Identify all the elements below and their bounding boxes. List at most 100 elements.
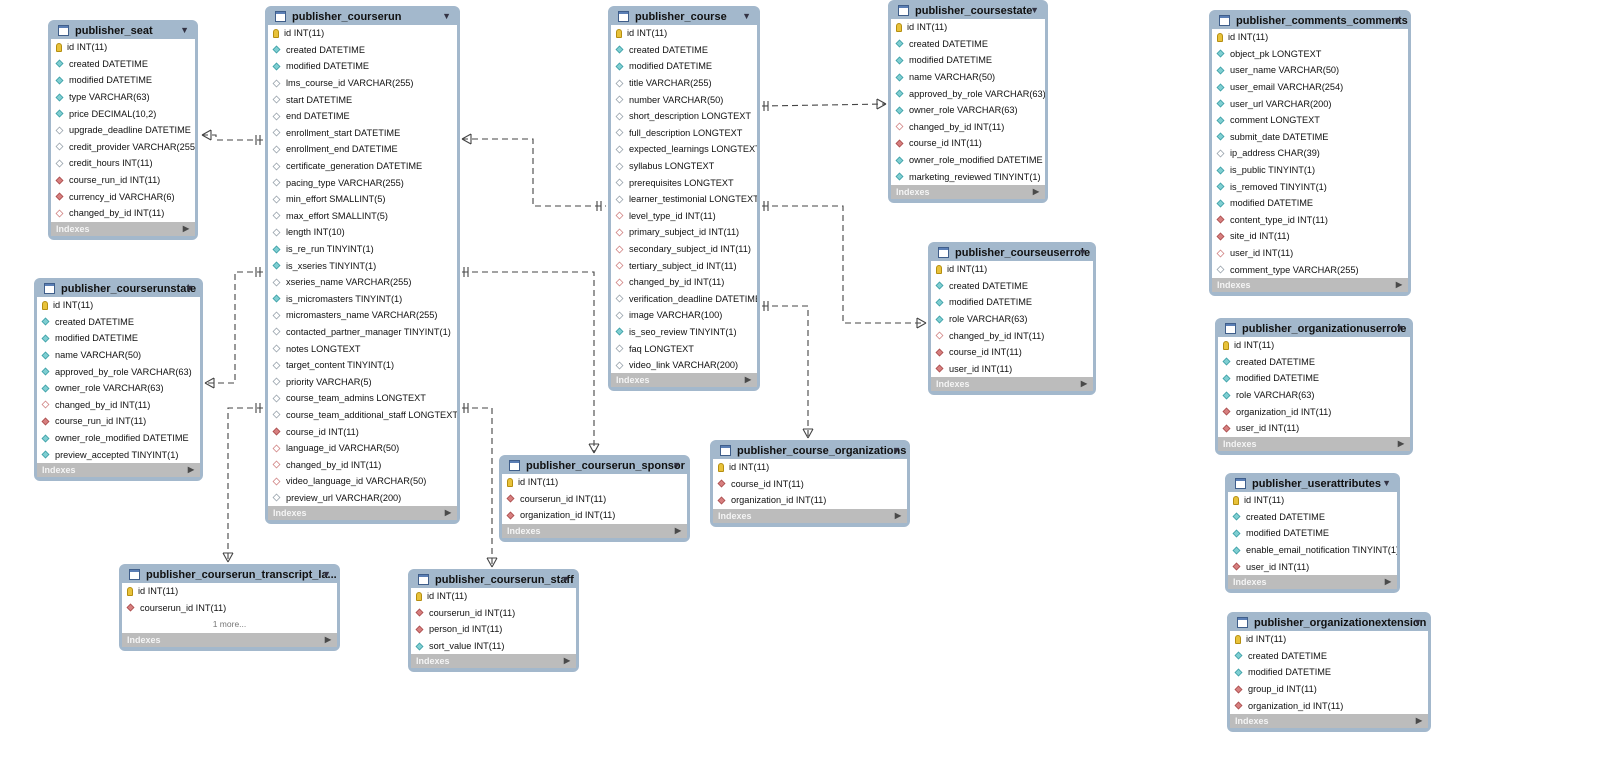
column-row[interactable]: video_language_id VARCHAR(50) bbox=[268, 473, 457, 490]
column-row[interactable]: type VARCHAR(63) bbox=[51, 89, 195, 106]
column-row[interactable]: changed_by_id INT(11) bbox=[891, 119, 1045, 136]
column-row[interactable]: max_effort SMALLINT(5) bbox=[268, 208, 457, 225]
column-row[interactable]: priority VARCHAR(5) bbox=[268, 373, 457, 390]
column-row[interactable]: currency_id VARCHAR(6) bbox=[51, 188, 195, 205]
column-row[interactable]: content_type_id INT(11) bbox=[1212, 212, 1408, 229]
column-row[interactable]: id INT(11) bbox=[1230, 631, 1428, 648]
column-row[interactable]: id INT(11) bbox=[713, 459, 907, 476]
column-row[interactable]: primary_subject_id INT(11) bbox=[611, 224, 757, 241]
column-row[interactable]: secondary_subject_id INT(11) bbox=[611, 241, 757, 258]
column-row[interactable]: id INT(11) bbox=[1212, 29, 1408, 46]
column-row[interactable]: created DATETIME bbox=[891, 36, 1045, 53]
indexes-section[interactable]: Indexes ▶ bbox=[502, 523, 687, 538]
column-row[interactable]: user_url VARCHAR(200) bbox=[1212, 95, 1408, 112]
column-row[interactable]: is_xseries TINYINT(1) bbox=[268, 257, 457, 274]
column-row[interactable]: id INT(11) bbox=[611, 25, 757, 42]
collapse-arrow-icon[interactable]: ▼ bbox=[322, 569, 331, 579]
indexes-section[interactable]: Indexes ▶ bbox=[1212, 277, 1408, 292]
column-row[interactable]: prerequisites LONGTEXT bbox=[611, 174, 757, 191]
column-row[interactable]: created DATETIME bbox=[51, 56, 195, 73]
column-row[interactable]: credit_provider VARCHAR(255) bbox=[51, 139, 195, 156]
table-seat[interactable]: publisher_seat ▼ id INT(11) created DATETIM… bbox=[48, 20, 198, 240]
column-row[interactable]: modified DATETIME bbox=[611, 58, 757, 75]
column-row[interactable]: is_removed TINYINT(1) bbox=[1212, 178, 1408, 195]
column-row[interactable]: name VARCHAR(50) bbox=[891, 69, 1045, 86]
column-row[interactable]: created DATETIME bbox=[1230, 648, 1428, 665]
column-row[interactable]: changed_by_id INT(11) bbox=[268, 456, 457, 473]
table-header[interactable]: publisher_courserun_sponsor ▼ bbox=[502, 457, 687, 474]
column-row[interactable]: owner_role VARCHAR(63) bbox=[891, 102, 1045, 119]
expand-arrow-icon[interactable]: ▶ bbox=[1081, 379, 1087, 388]
collapse-arrow-icon[interactable]: ▼ bbox=[1078, 247, 1087, 257]
column-row[interactable]: courserun_id INT(11) bbox=[411, 605, 576, 622]
column-row[interactable]: created DATETIME bbox=[268, 42, 457, 59]
column-row[interactable]: contacted_partner_manager TINYINT(1) bbox=[268, 324, 457, 341]
indexes-section[interactable]: Indexes ▶ bbox=[122, 632, 337, 647]
table-userattr[interactable]: publisher_userattributes ▼ id INT(11) creat… bbox=[1225, 473, 1400, 593]
column-row[interactable]: organization_id INT(11) bbox=[502, 507, 687, 524]
column-row[interactable]: modified DATETIME bbox=[1212, 195, 1408, 212]
column-row[interactable]: id INT(11) bbox=[931, 261, 1093, 278]
column-row[interactable]: person_id INT(11) bbox=[411, 621, 576, 638]
column-row[interactable]: changed_by_id INT(11) bbox=[931, 327, 1093, 344]
column-row[interactable]: modified DATETIME bbox=[1230, 664, 1428, 681]
column-row[interactable]: created DATETIME bbox=[931, 278, 1093, 295]
indexes-section[interactable]: Indexes ▶ bbox=[268, 506, 457, 521]
column-row[interactable]: owner_role_modified DATETIME bbox=[891, 152, 1045, 169]
table-header[interactable]: publisher_courserun ▼ bbox=[268, 8, 457, 25]
column-row[interactable]: title VARCHAR(255) bbox=[611, 75, 757, 92]
table-orgext[interactable]: publisher_organizationextension ▼ id INT(1… bbox=[1227, 612, 1431, 732]
column-row[interactable]: approved_by_role VARCHAR(63) bbox=[37, 363, 200, 380]
column-row[interactable]: modified DATETIME bbox=[931, 294, 1093, 311]
column-row[interactable]: changed_by_id INT(11) bbox=[51, 205, 195, 222]
column-row[interactable]: organization_id INT(11) bbox=[713, 492, 907, 509]
indexes-section[interactable]: Indexes ▶ bbox=[37, 462, 200, 477]
table-header[interactable]: publisher_coursestate ▼ bbox=[891, 2, 1045, 19]
column-row[interactable]: created DATETIME bbox=[1218, 354, 1410, 371]
table-header[interactable]: publisher_course ▼ bbox=[611, 8, 757, 25]
column-row[interactable]: end DATETIME bbox=[268, 108, 457, 125]
collapse-arrow-icon[interactable]: ▼ bbox=[442, 11, 451, 21]
column-row[interactable]: id INT(11) bbox=[891, 19, 1045, 36]
column-row[interactable]: length INT(10) bbox=[268, 224, 457, 241]
column-row[interactable]: tertiary_subject_id INT(11) bbox=[611, 257, 757, 274]
column-row[interactable]: faq LONGTEXT bbox=[611, 340, 757, 357]
column-row[interactable]: created DATETIME bbox=[1228, 509, 1397, 526]
column-row[interactable]: video_link VARCHAR(200) bbox=[611, 357, 757, 374]
column-row[interactable]: sort_value INT(11) bbox=[411, 638, 576, 655]
column-row[interactable]: target_content TINYINT(1) bbox=[268, 357, 457, 374]
column-row[interactable]: name VARCHAR(50) bbox=[37, 347, 200, 364]
table-header[interactable]: publisher_courserun_staff ▼ bbox=[411, 571, 576, 588]
collapse-arrow-icon[interactable]: ▼ bbox=[561, 574, 570, 584]
collapse-arrow-icon[interactable]: ▼ bbox=[742, 11, 751, 21]
table-courserunstate[interactable]: publisher_courserunstate ▼ id INT(11) creat… bbox=[34, 278, 203, 481]
table-header[interactable]: publisher_courseuserrole ▼ bbox=[931, 244, 1093, 261]
column-row[interactable]: id INT(11) bbox=[51, 39, 195, 56]
column-row[interactable]: course_run_id INT(11) bbox=[37, 413, 200, 430]
column-row[interactable]: is_public TINYINT(1) bbox=[1212, 162, 1408, 179]
expand-arrow-icon[interactable]: ▶ bbox=[1396, 280, 1402, 289]
column-row[interactable]: modified DATETIME bbox=[1228, 525, 1397, 542]
column-row[interactable]: course_team_admins LONGTEXT bbox=[268, 390, 457, 407]
column-row[interactable]: course_run_id INT(11) bbox=[51, 172, 195, 189]
column-row[interactable]: image VARCHAR(100) bbox=[611, 307, 757, 324]
table-sponsor[interactable]: publisher_courserun_sponsor ▼ id INT(11) co… bbox=[499, 455, 690, 542]
column-row[interactable]: modified DATETIME bbox=[37, 330, 200, 347]
column-row[interactable]: modified DATETIME bbox=[891, 52, 1045, 69]
column-row[interactable]: object_pk LONGTEXT bbox=[1212, 46, 1408, 63]
column-row[interactable]: preview_accepted TINYINT(1) bbox=[37, 446, 200, 463]
collapse-arrow-icon[interactable]: ▼ bbox=[1382, 478, 1391, 488]
more-columns-label[interactable]: 1 more... bbox=[122, 616, 337, 633]
column-row[interactable]: upgrade_deadline DATETIME bbox=[51, 122, 195, 139]
column-row[interactable]: notes LONGTEXT bbox=[268, 340, 457, 357]
column-row[interactable]: course_id INT(11) bbox=[891, 135, 1045, 152]
column-row[interactable]: role VARCHAR(63) bbox=[931, 311, 1093, 328]
expand-arrow-icon[interactable]: ▶ bbox=[564, 656, 570, 665]
column-row[interactable]: id INT(11) bbox=[1228, 492, 1397, 509]
column-row[interactable]: id INT(11) bbox=[268, 25, 457, 42]
table-header[interactable]: publisher_courserun_transcript_la... ▼ bbox=[122, 566, 337, 583]
table-header[interactable]: publisher_comments_comments ▼ bbox=[1212, 12, 1408, 29]
expand-arrow-icon[interactable]: ▶ bbox=[1416, 716, 1422, 725]
table-orguserrole[interactable]: publisher_organizationuserrole ▼ id INT(11… bbox=[1215, 318, 1413, 455]
column-row[interactable]: user_id INT(11) bbox=[1218, 420, 1410, 437]
